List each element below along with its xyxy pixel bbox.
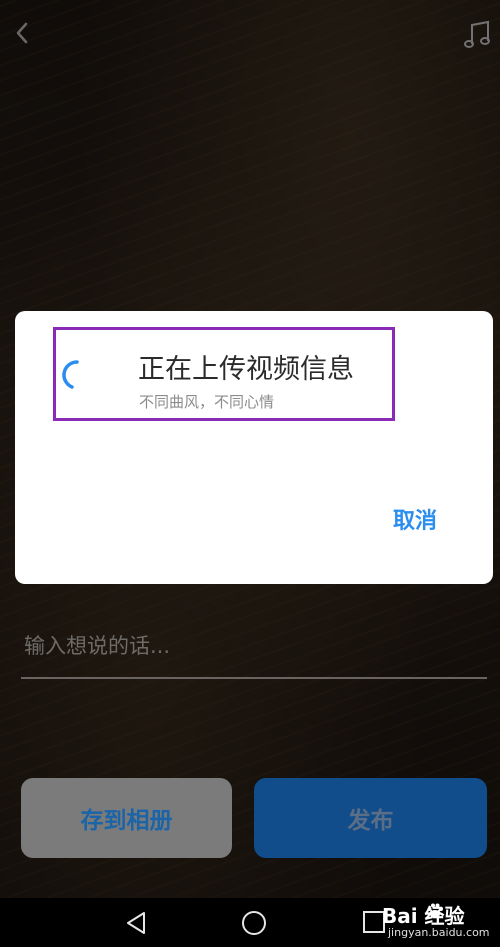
publish-button[interactable]: 发布 bbox=[254, 778, 487, 858]
caption-input[interactable]: 输入想说的话... bbox=[24, 628, 484, 664]
upload-progress-dialog: 正在上传视频信息 不同曲风，不同心情 取消 bbox=[15, 311, 493, 584]
loading-spinner-icon bbox=[62, 360, 79, 389]
paw-icon bbox=[427, 903, 443, 918]
circle-home-icon[interactable] bbox=[240, 909, 268, 937]
watermark-brand: Bai 经验 bbox=[382, 904, 465, 928]
watermark-url: jingyan.baidu.com bbox=[388, 926, 490, 939]
dialog-title: 正在上传视频信息 bbox=[138, 354, 354, 385]
caption-underline bbox=[21, 677, 487, 679]
baidu-jingyan-watermark: Bai 经验 jingyan.baidu.com bbox=[382, 896, 498, 946]
triangle-back-icon[interactable] bbox=[123, 910, 149, 936]
save-to-album-button[interactable]: 存到相册 bbox=[21, 778, 232, 858]
dialog-subtitle: 不同曲风，不同心情 bbox=[139, 393, 275, 411]
cancel-button[interactable]: 取消 bbox=[393, 503, 437, 535]
